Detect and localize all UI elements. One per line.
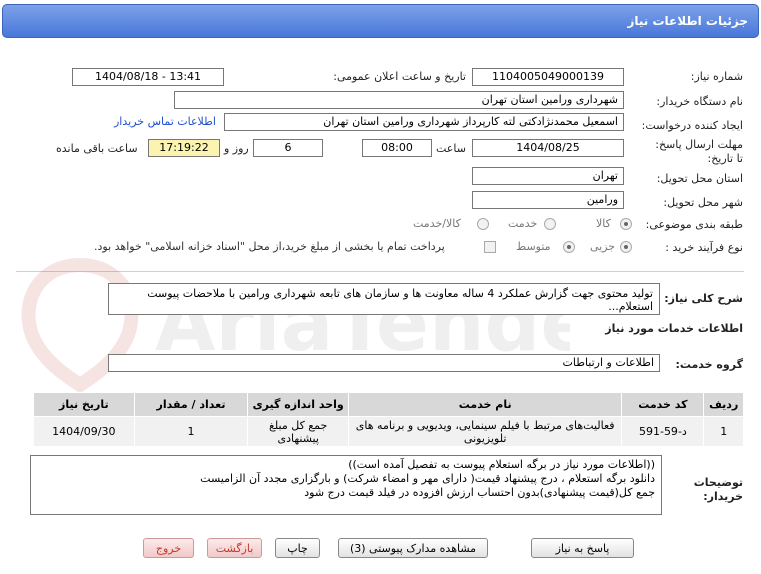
aria-tender-watermark: AriaTender.net xyxy=(21,257,570,394)
deadline-time-field[interactable]: 08:00 xyxy=(362,139,432,157)
services-table: ردیف کد خدمت نام خدمت واحد اندازه گیری ت… xyxy=(33,392,744,447)
treasury-checkbox[interactable] xyxy=(484,241,496,253)
buyer-org-label: نام دستگاه خریدار: xyxy=(656,95,743,108)
category-goods-radio[interactable] xyxy=(620,218,632,230)
category-service-radio[interactable] xyxy=(544,218,556,230)
creator-field[interactable]: اسمعیل محمدنژادکتی لته کارپرداز شهرداری … xyxy=(224,113,624,131)
buyer-notes-label: توضیحات خریدار: xyxy=(693,476,743,503)
deadline-time-label: ساعت xyxy=(436,142,466,155)
cell-code: د-59-591 xyxy=(621,416,705,447)
col-code: کد خدمت xyxy=(621,392,705,417)
process-medium-radio[interactable] xyxy=(563,241,575,253)
days-label: روز و xyxy=(224,142,249,155)
process-label: نوع فرآیند خرید : xyxy=(665,241,743,254)
category-both-radio[interactable] xyxy=(477,218,489,230)
col-name: نام خدمت xyxy=(347,392,623,417)
page-title: جزئیات اطلاعات نیاز xyxy=(2,4,759,38)
buyer-notes-textarea[interactable]: ((اطلاعات مورد نیاز در برگه استعلام پیوس… xyxy=(30,455,662,515)
buyer-notes-line-2: دانلود برگه استعلام ، درج پیشنهاد قیمت( … xyxy=(200,472,655,485)
province-field[interactable]: تهران xyxy=(472,167,624,185)
buyer-contact-link[interactable]: اطلاعات تماس خریدار xyxy=(114,115,216,128)
buyer-notes-line-1: ((اطلاعات مورد نیاز در برگه استعلام پیوس… xyxy=(348,458,655,471)
cell-name: فعالیت‌های مرتبط با فیلم سینمایی، ویدیوی… xyxy=(347,416,623,447)
category-goods-label: کالا xyxy=(596,217,611,230)
process-minor-radio[interactable] xyxy=(620,241,632,253)
need-number-label: شماره نیاز: xyxy=(690,70,743,83)
announce-field[interactable]: 1404/08/18 - 13:41 xyxy=(72,68,224,86)
attachments-button[interactable]: مشاهده مدارک پیوستی (3) xyxy=(338,538,488,558)
remaining-label: ساعت باقی مانده xyxy=(56,142,138,155)
col-unit: واحد اندازه گیری xyxy=(247,392,349,417)
city-label: شهر محل تحویل: xyxy=(663,196,743,209)
need-number-field[interactable]: 1104005049000139 xyxy=(472,68,624,86)
payment-note: پرداخت تمام یا بخشی از مبلغ خرید،از محل … xyxy=(94,240,445,253)
process-medium-label: متوسط xyxy=(516,240,551,253)
col-row: ردیف xyxy=(703,392,744,417)
creator-label: ایجاد کننده درخواست: xyxy=(641,119,743,132)
remaining-time-field: 17:19:22 xyxy=(148,139,220,157)
cell-unit: جمع کل مبلغ پیشنهادی xyxy=(247,416,349,447)
table-row[interactable]: 1 د-59-591 فعالیت‌های مرتبط با فیلم سینم… xyxy=(33,416,744,447)
deadline-label: مهلت ارسال پاسخ: تا تاریخ: xyxy=(655,138,743,165)
cell-row: 1 xyxy=(703,416,744,447)
service-group-label: گروه خدمت: xyxy=(675,358,743,371)
category-both-label: کالا/خدمت xyxy=(413,217,461,230)
divider xyxy=(16,271,744,272)
announce-label: تاریخ و ساعت اعلان عمومی: xyxy=(333,70,466,83)
buyer-org-field[interactable]: شهرداری ورامین استان تهران xyxy=(174,91,624,109)
col-date: تاریخ نیاز xyxy=(33,392,135,417)
reply-button[interactable]: پاسخ به نیاز xyxy=(531,538,634,558)
services-section-title: اطلاعات خدمات مورد نیاز xyxy=(605,322,743,335)
table-header-row: ردیف کد خدمت نام خدمت واحد اندازه گیری ت… xyxy=(33,392,744,417)
process-minor-label: جزیی xyxy=(590,240,616,253)
category-service-label: خدمت xyxy=(508,217,538,230)
cell-date: 1404/09/30 xyxy=(33,416,135,447)
description-textarea[interactable]: تولید محتوی جهت گزارش عملکرد 4 ساله معاو… xyxy=(108,283,660,315)
print-button[interactable]: چاپ xyxy=(275,538,320,558)
buyer-notes-line-3: جمع کل(قیمت پیشنهادی)بدون احتساب ارزش اف… xyxy=(304,486,655,499)
deadline-date-field[interactable]: 1404/08/25 xyxy=(472,139,624,157)
days-field[interactable]: 6 xyxy=(253,139,323,157)
category-label: طبقه بندی موضوعی: xyxy=(645,218,743,231)
description-label: شرح کلی نیاز: xyxy=(664,292,743,305)
cell-qty: 1 xyxy=(133,416,249,447)
exit-button[interactable]: خروج xyxy=(143,538,194,558)
city-field[interactable]: ورامین xyxy=(472,191,624,209)
province-label: استان محل تحویل: xyxy=(656,172,743,185)
col-qty: تعداد / مقدار xyxy=(133,392,249,417)
back-button[interactable]: بازگشت xyxy=(207,538,262,558)
service-group-field[interactable]: اطلاعات و ارتباطات xyxy=(108,354,660,372)
